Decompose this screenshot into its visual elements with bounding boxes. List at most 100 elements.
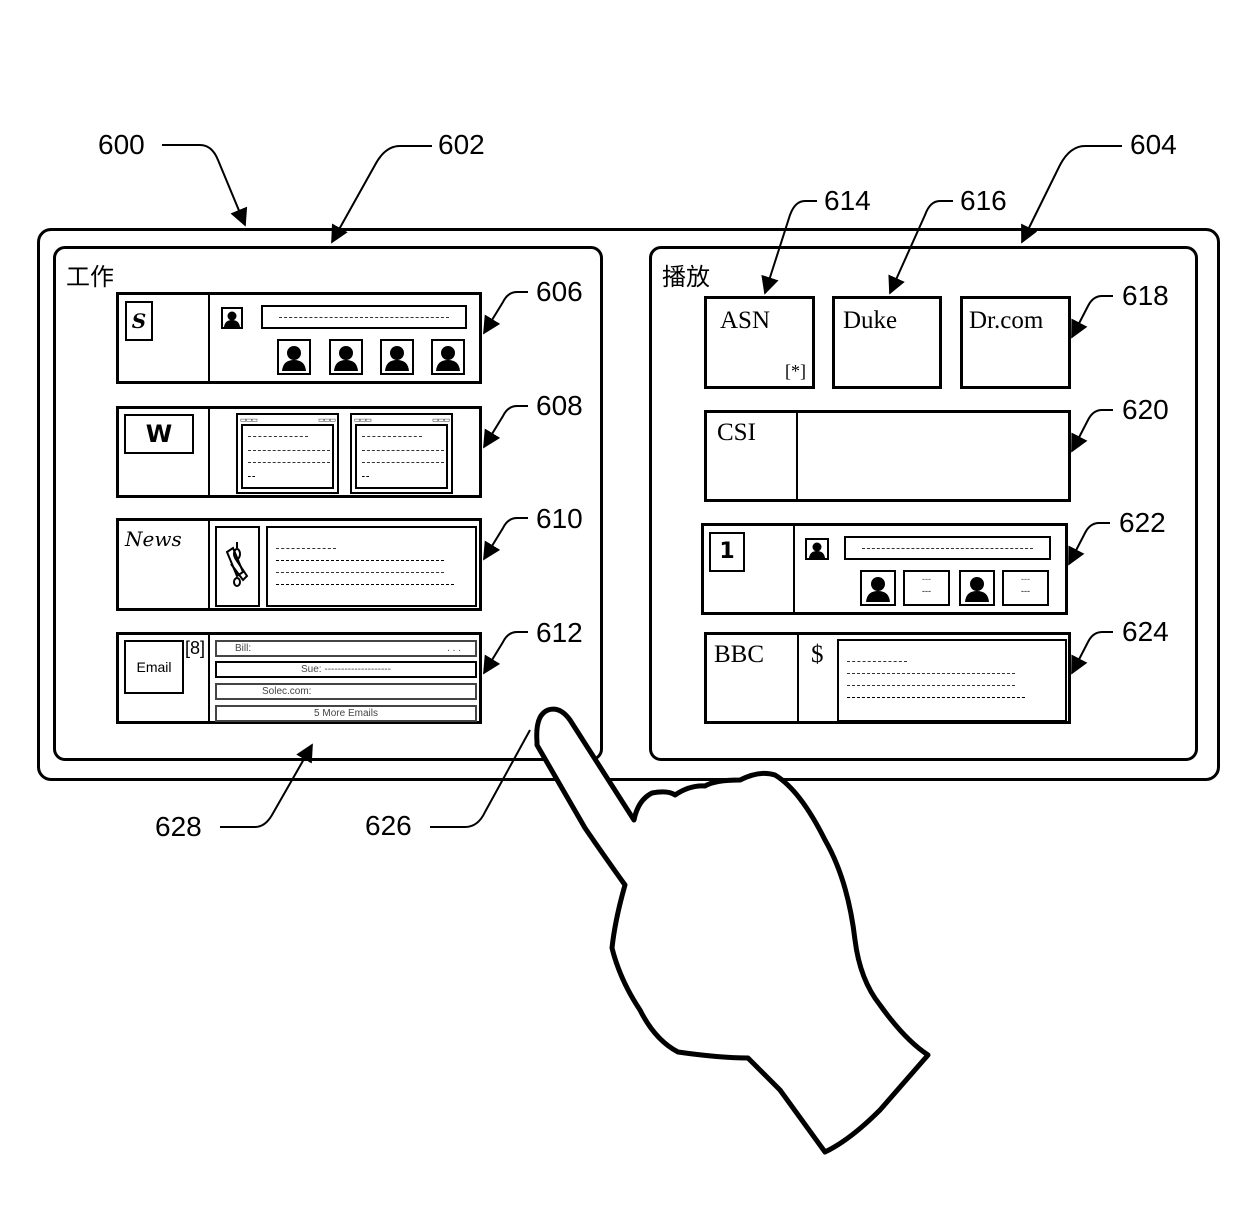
doc-text-line bbox=[362, 450, 444, 451]
status-placeholder-line bbox=[279, 317, 449, 318]
news-image-thumbnail[interactable] bbox=[215, 526, 260, 607]
ref-numeral-626: 626 bbox=[365, 810, 412, 841]
document-page bbox=[355, 424, 448, 489]
headline-line bbox=[276, 548, 336, 549]
friend-avatar-icon[interactable] bbox=[329, 339, 363, 375]
drcom-tile[interactable]: Dr.com bbox=[960, 296, 1071, 389]
ref-numeral-610: 610 bbox=[536, 503, 583, 534]
tile-divider bbox=[208, 635, 210, 721]
more-emails-button[interactable]: 5 More Emails bbox=[215, 705, 477, 722]
window-controls-icon: ▭▭▭ bbox=[240, 417, 258, 424]
window-controls-icon: ▭▭▭ bbox=[354, 417, 372, 424]
card-text: --- bbox=[922, 586, 931, 596]
doc-text-line bbox=[362, 436, 422, 437]
email-message-row[interactable]: Sue: -------------------- bbox=[215, 661, 477, 678]
finance-news-box[interactable] bbox=[837, 639, 1067, 722]
friend-avatar-icon[interactable] bbox=[431, 339, 465, 375]
media-card[interactable]: --- --- bbox=[903, 570, 950, 606]
ref-numeral-604: 604 bbox=[1130, 129, 1177, 160]
word-tile[interactable]: W ▭▭▭ ▭▭▭ ▭▭▭ ▭▭▭ bbox=[116, 406, 482, 498]
finance-line bbox=[847, 673, 1015, 674]
channel1-tile[interactable]: 1 --- --- --- --- bbox=[701, 523, 1068, 615]
email-tile[interactable]: Email [8] Bill: . . . Sue: -------------… bbox=[116, 632, 482, 724]
ref-numeral-614: 614 bbox=[824, 185, 871, 216]
drcom-label: Dr.com bbox=[969, 307, 1044, 334]
doc-text-line bbox=[362, 476, 369, 477]
tile-divider bbox=[208, 295, 210, 381]
email-sender: Solec.com: bbox=[262, 686, 312, 697]
status-input-field[interactable] bbox=[261, 305, 467, 329]
email-app-logo: Email bbox=[124, 640, 184, 694]
duke-tile[interactable]: Duke bbox=[832, 296, 942, 389]
friend-avatar-icon[interactable] bbox=[277, 339, 311, 375]
csi-label: CSI bbox=[717, 419, 756, 446]
headline-line bbox=[276, 572, 444, 573]
finance-line bbox=[847, 697, 1025, 698]
ref-numeral-622: 622 bbox=[1119, 507, 1166, 538]
headline-line bbox=[276, 560, 444, 561]
satellite-icon bbox=[225, 542, 249, 587]
ref-numeral-628: 628 bbox=[155, 811, 202, 842]
document-thumbnail[interactable]: ▭▭▭ ▭▭▭ bbox=[236, 413, 339, 494]
status-input-field[interactable] bbox=[844, 536, 1051, 560]
news-tile[interactable]: News bbox=[116, 518, 482, 611]
news-logo-label: News bbox=[125, 527, 182, 551]
csi-tile[interactable]: CSI bbox=[704, 410, 1071, 502]
word-logo-letter: W bbox=[145, 420, 173, 448]
ref-numeral-600: 600 bbox=[98, 129, 145, 160]
email-sender: Sue: -------------------- bbox=[301, 664, 391, 675]
friend-avatar-icon[interactable] bbox=[959, 570, 995, 606]
channel1-app-logo: 1 bbox=[709, 532, 745, 572]
ref-numeral-606: 606 bbox=[536, 276, 583, 307]
news-headline-box[interactable] bbox=[266, 526, 477, 607]
email-preview-ellipsis: . . . bbox=[447, 643, 461, 654]
user-avatar-icon bbox=[221, 307, 243, 329]
asn-badge: [*] bbox=[785, 361, 806, 381]
ref-numeral-620: 620 bbox=[1122, 394, 1169, 425]
finance-line bbox=[847, 685, 1015, 686]
user-avatar-icon bbox=[805, 538, 829, 560]
media-card[interactable]: --- --- bbox=[1002, 570, 1049, 606]
doc-text-line bbox=[248, 450, 330, 451]
document-page bbox=[241, 424, 334, 489]
tile-divider bbox=[797, 635, 799, 721]
finance-line bbox=[847, 661, 907, 662]
tile-divider bbox=[208, 521, 210, 608]
work-group-title: 工作 bbox=[66, 263, 114, 291]
asn-label: ASN bbox=[720, 307, 771, 334]
document-thumbnail[interactable]: ▭▭▭ ▭▭▭ bbox=[350, 413, 453, 494]
status-placeholder-line bbox=[862, 548, 1033, 549]
ref-numeral-618: 618 bbox=[1122, 280, 1169, 311]
tile-divider bbox=[796, 413, 798, 499]
ref-numeral-612: 612 bbox=[536, 617, 583, 648]
bbc-label: BBC bbox=[714, 641, 765, 668]
doc-text-line bbox=[362, 462, 444, 463]
ref-numeral-602: 602 bbox=[438, 129, 485, 160]
window-buttons-icon: ▭▭▭ bbox=[318, 417, 336, 424]
headline-line bbox=[276, 584, 454, 585]
channel1-logo-letter: 1 bbox=[719, 539, 735, 564]
card-text: --- bbox=[922, 574, 931, 584]
word-app-logo: W bbox=[124, 414, 194, 454]
friend-avatar-icon[interactable] bbox=[860, 570, 896, 606]
play-group-title: 播放 bbox=[662, 263, 710, 291]
email-message-row[interactable]: Solec.com: bbox=[215, 683, 477, 700]
more-emails-label: 5 More Emails bbox=[314, 708, 378, 719]
card-text: --- bbox=[1021, 586, 1030, 596]
email-logo-label: Email bbox=[136, 659, 172, 675]
tile-divider bbox=[793, 526, 795, 612]
card-text: --- bbox=[1021, 574, 1030, 584]
bbc-tile[interactable]: BBC $ bbox=[704, 632, 1071, 724]
unread-count-badge: [8] bbox=[185, 638, 206, 658]
doc-text-line bbox=[248, 436, 308, 437]
leader-line-600 bbox=[162, 144, 248, 227]
ref-numeral-624: 624 bbox=[1122, 616, 1169, 647]
duke-label: Duke bbox=[843, 307, 898, 334]
email-message-row[interactable]: Bill: . . . bbox=[215, 640, 477, 657]
asn-tile[interactable]: ASN [*] bbox=[704, 296, 815, 389]
email-sender: Bill: bbox=[235, 643, 252, 654]
tile-divider bbox=[208, 409, 210, 495]
social-tile[interactable]: S bbox=[116, 292, 482, 384]
ref-numeral-608: 608 bbox=[536, 390, 583, 421]
friend-avatar-icon[interactable] bbox=[380, 339, 414, 375]
